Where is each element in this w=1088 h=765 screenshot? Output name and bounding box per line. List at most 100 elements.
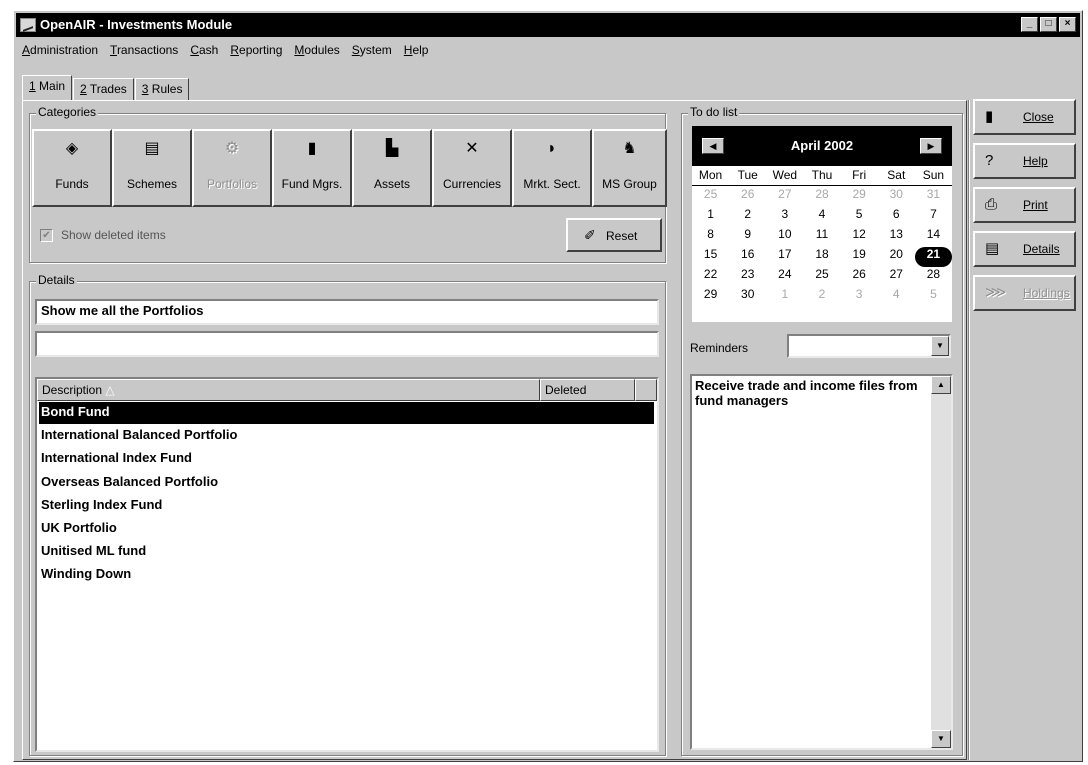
calendar-day[interactable]: 26 (841, 267, 878, 287)
calendar-day[interactable]: 30 (878, 187, 915, 207)
scroll-down-button[interactable]: ▼ (931, 730, 951, 748)
schemes-button[interactable]: ▤ Schemes (112, 129, 192, 207)
reset-broom-icon: ✐ (584, 227, 596, 243)
tab-main[interactable]: 1 Main (22, 75, 73, 100)
currencies-button[interactable]: ✕ Currencies (432, 129, 512, 207)
menu-transactions[interactable]: Transactions (106, 41, 186, 61)
funds-button[interactable]: ◈ Funds (32, 129, 112, 207)
calendar-day[interactable]: 13 (878, 227, 915, 247)
calendar-day[interactable]: 2 (803, 287, 840, 307)
calendar-day[interactable]: 15 (692, 247, 729, 267)
calendar-day[interactable]: 4 (803, 207, 840, 227)
calendar-day[interactable]: 16 (729, 247, 766, 267)
calendar-day[interactable]: 30 (729, 287, 766, 307)
items-listview[interactable]: Description △ Deleted Bond Fund Internat… (35, 377, 659, 752)
list-row-0[interactable]: Bond Fund (39, 402, 654, 424)
reset-button[interactable]: ✐ Reset (566, 218, 662, 252)
calendar-day[interactable]: 24 (766, 267, 803, 287)
todo-label: To do list (688, 105, 740, 119)
details-button[interactable]: ▤ Details (973, 231, 1076, 267)
calendar-day[interactable]: 28 (803, 187, 840, 207)
reminder-note[interactable]: Receive trade and income files from fund… (690, 374, 953, 750)
tab-rules[interactable]: 3 Rules (134, 78, 190, 100)
menu-administration[interactable]: Administration (18, 41, 106, 61)
calendar-day[interactable]: 5 (841, 207, 878, 227)
calendar-day[interactable]: 29 (841, 187, 878, 207)
list-row-2[interactable]: International Index Fund (39, 448, 654, 470)
ms-group-button[interactable]: ♞ MS Group (592, 129, 667, 207)
list-row-7[interactable]: Winding Down (39, 564, 654, 586)
ms-group-icon: ♞ (622, 140, 637, 157)
menu-modules[interactable]: Modules (290, 41, 347, 61)
side-divider (968, 100, 970, 760)
note-scrollbar[interactable]: ▲ ▼ (931, 376, 951, 748)
market-sector-button[interactable]: ◗ Mrkt. Sect. (512, 129, 592, 207)
help-button[interactable]: ? Help (973, 143, 1076, 179)
calendar-day[interactable]: 21 (914, 247, 952, 267)
prev-month-button[interactable]: ◀ (702, 138, 724, 154)
calendar-day[interactable]: 23 (729, 267, 766, 287)
calendar-day[interactable]: 19 (841, 247, 878, 267)
chevron-down-icon[interactable]: ▼ (931, 336, 949, 356)
list-row-1[interactable]: International Balanced Portfolio (39, 425, 654, 447)
calendar-day[interactable]: 14 (915, 227, 952, 247)
close-window-button[interactable]: × (1059, 17, 1076, 32)
calendar-day[interactable]: 26 (729, 187, 766, 207)
reminders-combo[interactable]: ▼ (787, 334, 951, 358)
calendar-day[interactable]: 1 (692, 207, 729, 227)
calendar-day[interactable]: 11 (803, 227, 840, 247)
details-label: Details (36, 273, 77, 287)
holdings-button[interactable]: ⋙ Holdings (973, 275, 1076, 311)
show-deleted-checkbox[interactable]: ✔ (40, 228, 53, 242)
minimize-button[interactable]: _ (1021, 17, 1038, 32)
calendar-day[interactable]: 10 (766, 227, 803, 247)
tab-trades[interactable]: 2 Trades (73, 78, 134, 100)
menu-reporting[interactable]: Reporting (226, 41, 290, 61)
calendar-grid: 25 26 27 28 29 30 31 1 2 3 4 5 6 7 8 9 10 11 12 13 14 15 16 17 1… (692, 187, 952, 307)
calendar-day[interactable]: 29 (692, 287, 729, 307)
calendar-day[interactable]: 6 (878, 207, 915, 227)
calendar-day[interactable]: 20 (878, 247, 915, 267)
list-row-6[interactable]: Unitised ML fund (39, 541, 654, 563)
next-month-button[interactable]: ▶ (920, 138, 942, 154)
calendar-day[interactable]: 25 (803, 267, 840, 287)
calendar-day[interactable]: 2 (729, 207, 766, 227)
calendar-month: April 2002 (790, 138, 854, 153)
close-button[interactable]: ▮ Close (973, 99, 1076, 135)
print-button[interactable]: ⎙ Print (973, 187, 1076, 223)
calendar-day[interactable]: 1 (766, 287, 803, 307)
scroll-up-button[interactable]: ▲ (931, 376, 951, 394)
calendar-day[interactable]: 25 (692, 187, 729, 207)
column-description[interactable]: Description △ (37, 379, 540, 401)
portfolios-button[interactable]: ⚙ Portfolios (192, 129, 272, 207)
calendar-day[interactable]: 31 (915, 187, 952, 207)
calendar-day[interactable]: 5 (915, 287, 952, 307)
menu-system[interactable]: System (348, 41, 400, 61)
details-second-field[interactable] (35, 331, 659, 357)
details-description-field[interactable]: Show me all the Portfolios (35, 299, 659, 325)
list-row-3[interactable]: Overseas Balanced Portfolio (39, 472, 654, 494)
calendar-day[interactable]: 28 (915, 267, 952, 287)
assets-button[interactable]: ▙ Assets (352, 129, 432, 207)
show-deleted-label: Show deleted items (61, 228, 166, 242)
calendar-day[interactable]: 3 (766, 207, 803, 227)
calendar-day[interactable]: 9 (729, 227, 766, 247)
calendar-day[interactable]: 17 (766, 247, 803, 267)
menu-cash[interactable]: Cash (186, 41, 226, 61)
menu-help[interactable]: Help (400, 41, 437, 61)
calendar-day[interactable]: 22 (692, 267, 729, 287)
calendar-day[interactable]: 18 (803, 247, 840, 267)
list-row-5[interactable]: UK Portfolio (39, 518, 654, 540)
fund-managers-button[interactable]: ▮ Fund Mgrs. (272, 129, 352, 207)
calendar-day[interactable]: 12 (841, 227, 878, 247)
column-deleted[interactable]: Deleted (540, 379, 635, 401)
calendar-day[interactable]: 4 (878, 287, 915, 307)
show-deleted-row[interactable]: ✔ Show deleted items (40, 228, 166, 242)
calendar-day[interactable]: 3 (841, 287, 878, 307)
calendar-day[interactable]: 27 (766, 187, 803, 207)
calendar-day[interactable]: 7 (915, 207, 952, 227)
maximize-button[interactable]: □ (1040, 17, 1057, 32)
list-row-4[interactable]: Sterling Index Fund (39, 495, 654, 517)
calendar-day[interactable]: 8 (692, 227, 729, 247)
calendar-day[interactable]: 27 (878, 267, 915, 287)
